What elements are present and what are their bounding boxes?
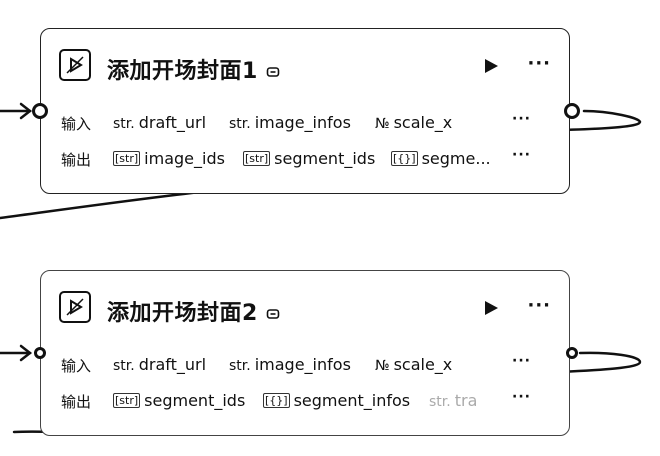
input-param-draft-url: str. draft_url bbox=[113, 355, 207, 374]
node-header: 添加开场封面1 ··· bbox=[59, 47, 551, 85]
node-title: 添加开场封面2 bbox=[107, 295, 280, 327]
input-row: 输入 str. draft_url str. image_infos № scale_… bbox=[61, 353, 551, 379]
output-label: 输出 bbox=[61, 393, 92, 411]
input-param-scale-x: № scale_x bbox=[375, 355, 453, 374]
output-more-button[interactable]: ··· bbox=[512, 147, 531, 163]
output-row: 输出 [str] segment_ids [{}] segment_infos st… bbox=[61, 389, 551, 415]
node-header: 添加开场封面2 ··· bbox=[59, 289, 551, 327]
workflow-node-1[interactable]: 添加开场封面1 ··· 输入 str. draft_url str. image_i… bbox=[40, 28, 570, 194]
input-more-button[interactable]: ··· bbox=[512, 353, 531, 369]
run-button[interactable] bbox=[483, 300, 499, 316]
output-more-button[interactable]: ··· bbox=[512, 389, 531, 405]
more-options-button[interactable]: ··· bbox=[527, 53, 551, 74]
video-plugin-icon bbox=[59, 49, 91, 81]
input-row: 输入 str. draft_url str. image_infos № scale_… bbox=[61, 111, 551, 137]
output-param-image-ids: [str] image_ids bbox=[113, 149, 225, 168]
input-more-button[interactable]: ··· bbox=[512, 111, 531, 127]
output-row: 输出 [str] image_ids [str] segment_ids [{}] s… bbox=[61, 147, 551, 173]
output-param-truncated: str. tra bbox=[429, 391, 478, 410]
input-param-image-infos: str. image_infos bbox=[229, 113, 351, 132]
link-icon bbox=[266, 60, 280, 85]
video-plugin-icon bbox=[59, 291, 91, 323]
input-param-image-infos: str. image_infos bbox=[229, 355, 351, 374]
node-2-input-port[interactable] bbox=[34, 347, 46, 359]
workflow-node-2[interactable]: 添加开场封面2 ··· 输入 str. draft_url str. image_i… bbox=[40, 270, 570, 436]
input-param-draft-url: str. draft_url bbox=[113, 113, 207, 132]
output-param-segment-infos: [{}] segme... bbox=[391, 149, 491, 168]
output-param-segment-ids: [str] segment_ids bbox=[113, 391, 246, 410]
node-title: 添加开场封面1 bbox=[107, 53, 280, 85]
run-button[interactable] bbox=[483, 58, 499, 74]
output-label: 输出 bbox=[61, 151, 92, 169]
input-label: 输入 bbox=[61, 357, 92, 375]
node-1-output-port[interactable] bbox=[564, 103, 580, 119]
link-icon bbox=[266, 302, 280, 327]
more-options-button[interactable]: ··· bbox=[527, 295, 551, 316]
output-param-segment-infos: [{}] segment_infos bbox=[263, 391, 411, 410]
node-2-output-port[interactable] bbox=[566, 347, 578, 359]
node-1-input-port[interactable] bbox=[32, 103, 48, 119]
input-param-scale-x: № scale_x bbox=[375, 113, 453, 132]
input-label: 输入 bbox=[61, 115, 92, 133]
output-param-segment-ids: [str] segment_ids bbox=[243, 149, 376, 168]
